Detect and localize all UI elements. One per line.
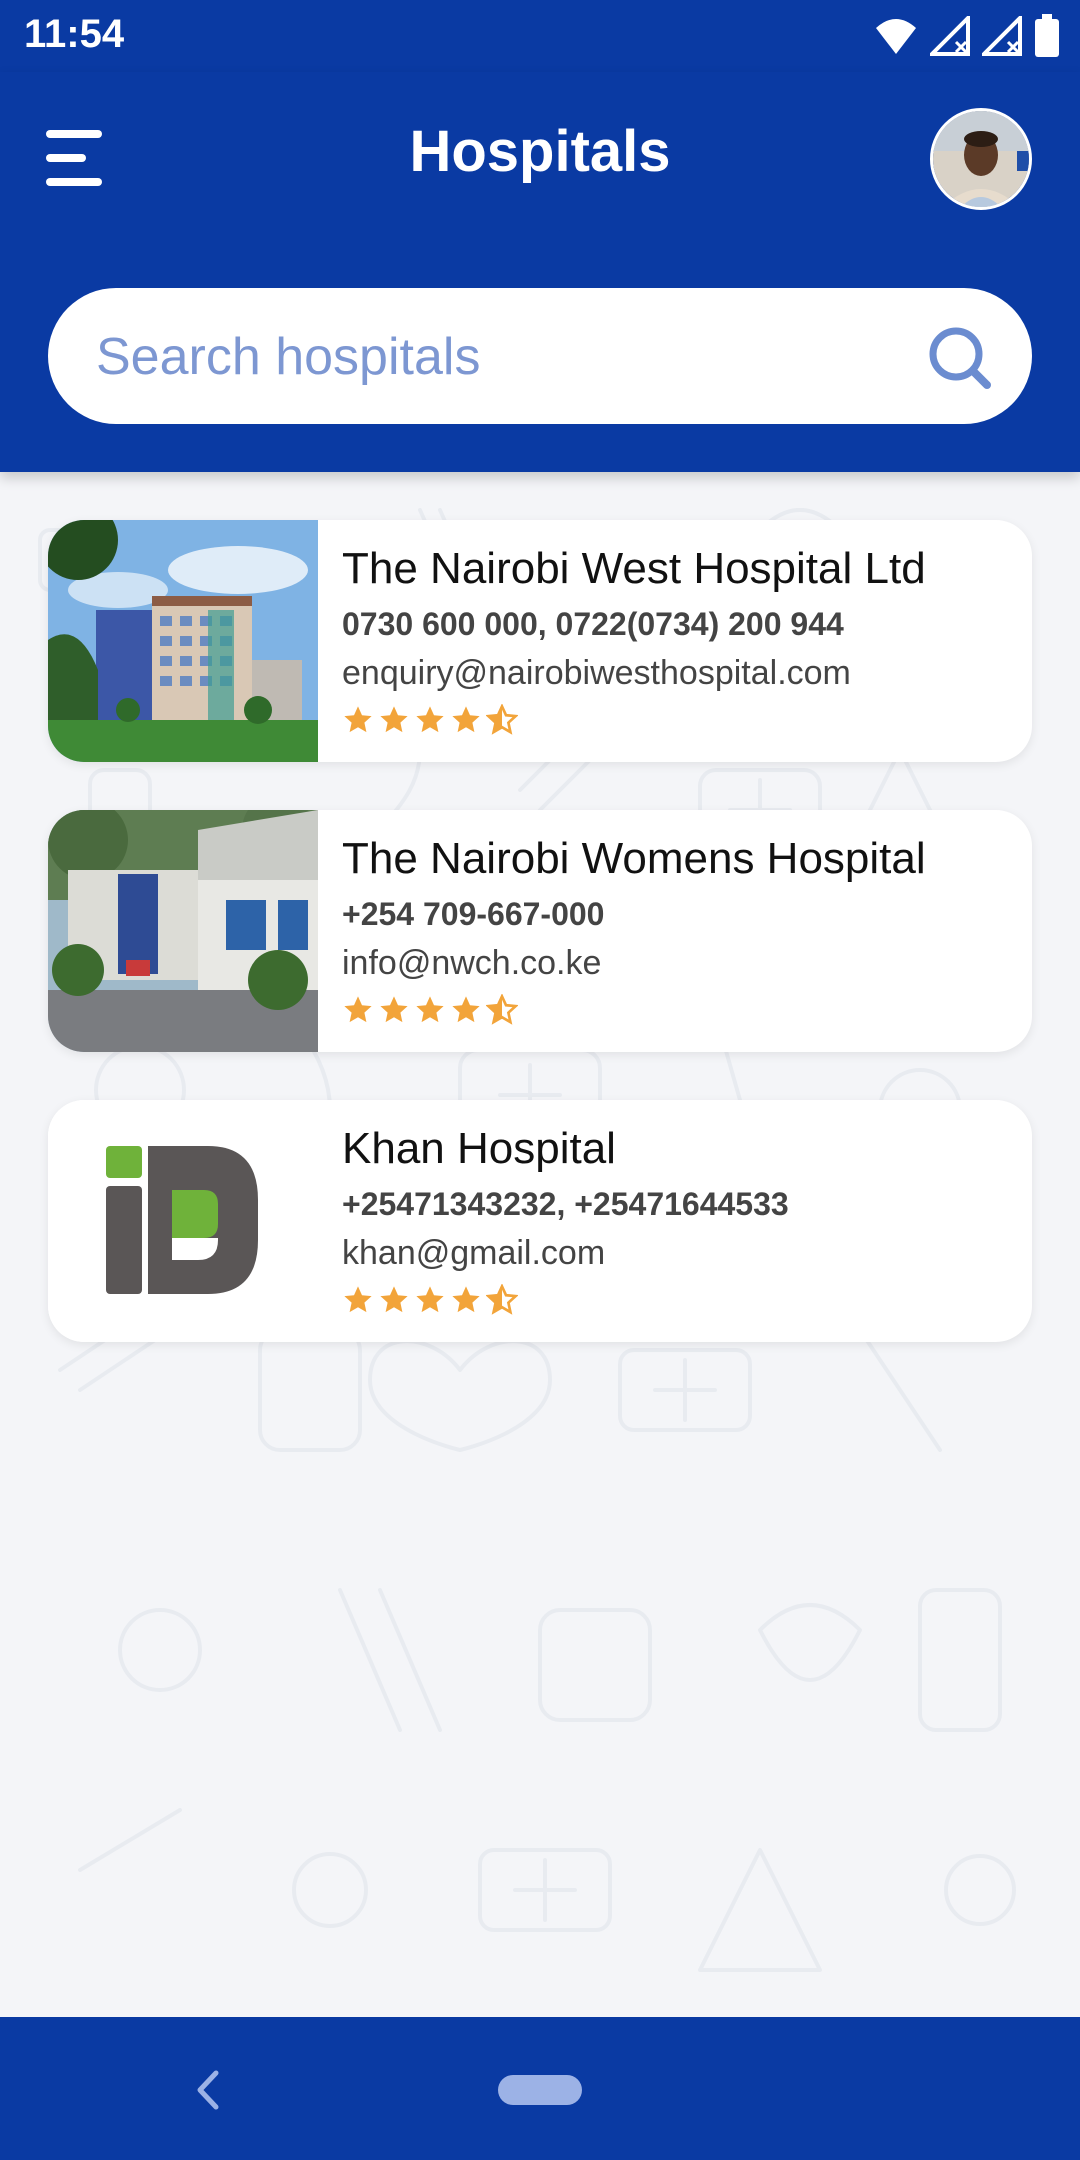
star-icon: [344, 706, 372, 733]
avatar[interactable]: [930, 108, 1032, 210]
hospital-name: The Nairobi West Hospital Ltd: [342, 544, 926, 593]
hospital-image: [48, 810, 318, 1052]
status-bar: 11:54: [0, 0, 1080, 72]
hospital-card[interactable]: The Nairobi Womens Hospital +254 709-667…: [48, 810, 1032, 1052]
hospital-phone: +254 709-667-000: [342, 896, 605, 932]
star-icon: [416, 996, 444, 1023]
search-bar: [48, 288, 1032, 426]
hospital-phone: 0730 600 000, 0722(0734) 200 944: [342, 606, 844, 642]
star-icon: [380, 1286, 408, 1313]
menu-icon: [46, 130, 102, 186]
star-icon: [344, 996, 372, 1023]
star-icon: [416, 706, 444, 733]
search-icon[interactable]: [926, 324, 992, 390]
avatar-image: [933, 111, 1029, 207]
star-half-icon: [486, 994, 518, 1025]
battery-icon: [1035, 14, 1059, 57]
status-time: 11:54: [24, 12, 125, 56]
signal-icon: [930, 16, 970, 56]
hospital-card[interactable]: Khan Hospital +25471343232, +25471644533…: [48, 1100, 1032, 1342]
back-icon[interactable]: [190, 2065, 226, 2115]
star-icon: [452, 706, 480, 733]
hospital-name: The Nairobi Womens Hospital: [342, 834, 926, 883]
hospital-logo: [48, 1100, 318, 1342]
wifi-icon: [876, 19, 916, 54]
star-icon: [452, 1286, 480, 1313]
page-title: Hospitals: [409, 119, 671, 184]
signal-icon-2: [982, 16, 1022, 56]
star-icon: [416, 1286, 444, 1313]
hospital-phone: +25471343232, +25471644533: [342, 1186, 789, 1222]
status-icons: [874, 14, 1060, 58]
search-input[interactable]: [94, 288, 898, 426]
rating-stars: [342, 1284, 518, 1316]
star-icon: [452, 996, 480, 1023]
rating-stars: [342, 994, 518, 1026]
star-icon: [344, 1286, 372, 1313]
hospital-email: info@nwch.co.ke: [342, 944, 602, 982]
star-half-icon: [486, 704, 518, 735]
star-icon: [380, 996, 408, 1023]
rating-stars: [342, 704, 518, 736]
screen: 11:54 Hospitals Search hospitals The Nai…: [0, 0, 1080, 2160]
hospital-image: [48, 520, 318, 762]
menu-button[interactable]: [44, 124, 114, 194]
star-icon: [380, 706, 408, 733]
hospital-email: enquiry@nairobiwesthospital.com: [342, 654, 851, 692]
star-half-icon: [486, 1284, 518, 1315]
hospital-email: khan@gmail.com: [342, 1234, 606, 1272]
system-nav-bar: [0, 2017, 1080, 2160]
app-bar: Hospitals: [0, 72, 1080, 472]
home-pill-button[interactable]: [498, 2075, 582, 2105]
hospital-card[interactable]: The Nairobi West Hospital Ltd 0730 600 0…: [48, 520, 1032, 762]
hospital-name: Khan Hospital: [342, 1124, 616, 1173]
